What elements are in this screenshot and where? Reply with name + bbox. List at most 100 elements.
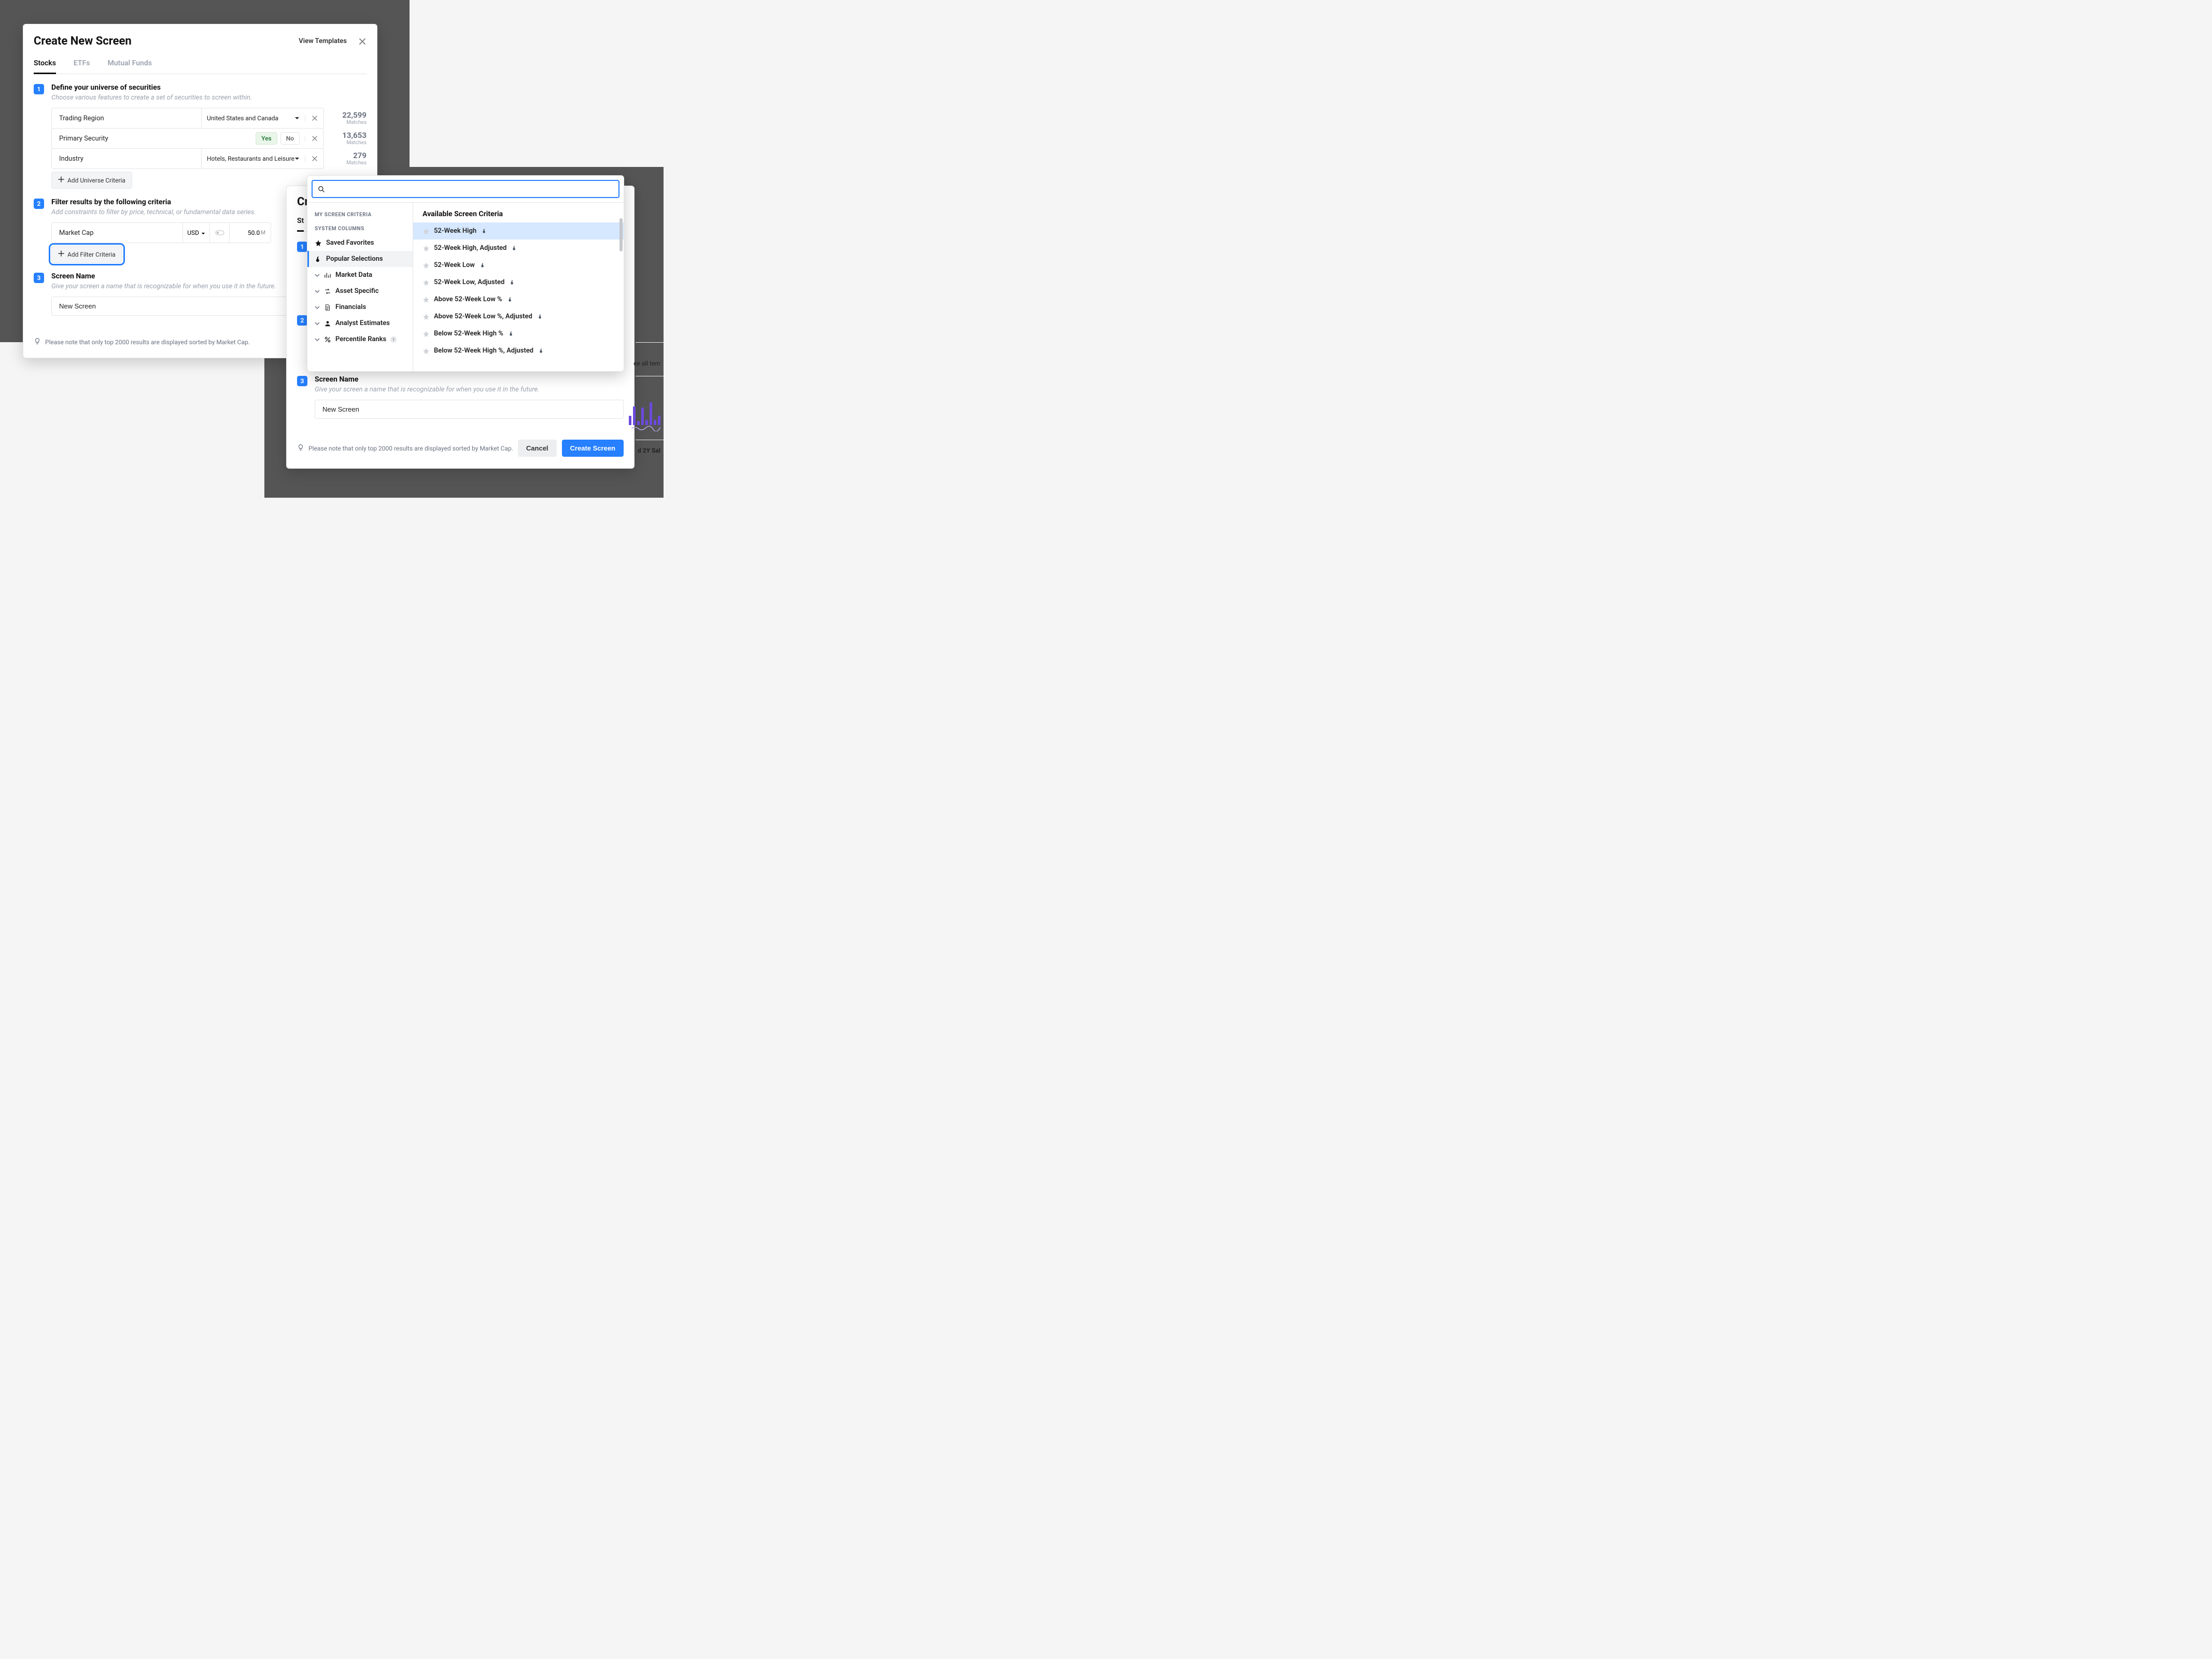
chevron-down-icon — [315, 290, 320, 293]
star-outline-icon[interactable] — [422, 228, 430, 235]
criteria-search[interactable] — [312, 180, 619, 198]
flame-icon — [510, 279, 515, 285]
search-icon — [318, 186, 325, 193]
star-outline-icon[interactable] — [422, 347, 430, 355]
category-financials[interactable]: Financials — [307, 299, 413, 315]
see-all-templates-link[interactable]: ee all tem — [633, 360, 660, 367]
criteria-label: Market Cap — [52, 223, 182, 243]
criteria-search-input[interactable] — [329, 185, 613, 193]
chevron-down-icon — [294, 117, 300, 120]
tab-stocks[interactable]: St — [297, 213, 304, 232]
criteria-item[interactable]: 52-Week Low, Adjusted — [413, 274, 624, 291]
close-icon[interactable] — [358, 37, 367, 46]
matches-count: 22,599 Matches — [330, 110, 367, 125]
market-cap-value[interactable]: 50.0M — [229, 223, 271, 243]
range-toggle-button[interactable] — [209, 223, 229, 243]
step-badge: 2 — [297, 315, 307, 326]
select-value: Hotels, Restaurants and Leisure — [207, 155, 294, 162]
chevron-down-icon — [315, 322, 320, 325]
flame-icon — [508, 297, 513, 302]
step-subtitle: Give your screen a name that is recogniz… — [315, 386, 624, 393]
info-note: Please note that only top 2000 results a… — [297, 444, 513, 453]
plus-icon — [58, 176, 64, 184]
create-screen-button[interactable]: Create Screen — [562, 440, 624, 457]
step-badge: 1 — [34, 84, 44, 94]
criteria-item[interactable]: Below 52-Week High % — [413, 325, 624, 342]
category-asset-specific[interactable]: Asset Specific — [307, 283, 413, 299]
criteria-item[interactable]: Below 52-Week High %, Adjusted — [413, 342, 624, 359]
step-badge: 2 — [34, 199, 44, 209]
star-outline-icon[interactable] — [422, 245, 430, 252]
percent-icon — [324, 336, 331, 343]
scrollbar-thumb[interactable] — [619, 218, 623, 251]
criteria-item[interactable]: Above 52-Week Low % — [413, 291, 624, 308]
person-icon — [324, 320, 331, 327]
tab-mutual-funds[interactable]: Mutual Funds — [107, 55, 151, 74]
star-outline-icon[interactable] — [422, 313, 430, 320]
barchart-icon — [324, 272, 331, 279]
select-value: United States and Canada — [207, 115, 278, 122]
add-universe-criteria-button[interactable]: Add Universe Criteria — [51, 172, 132, 189]
plus-icon — [58, 250, 64, 258]
security-type-tabs: Stocks ETFs Mutual Funds — [34, 55, 367, 74]
flame-icon — [315, 256, 322, 263]
criteria-item[interactable]: 52-Week Low — [413, 257, 624, 274]
criteria-item[interactable]: Above 52-Week Low %, Adjusted — [413, 308, 624, 325]
step-badge: 3 — [297, 376, 307, 386]
document-icon — [324, 304, 331, 311]
criteria-label: Industry — [52, 149, 201, 168]
step-title: Define your universe of securities — [51, 83, 367, 92]
flame-icon — [509, 331, 514, 336]
remove-criteria-button[interactable] — [305, 135, 323, 142]
primary-security-yes[interactable]: Yes — [256, 132, 277, 145]
remove-criteria-button[interactable] — [305, 115, 323, 121]
flame-icon — [538, 314, 543, 319]
criteria-label: Trading Region — [52, 108, 201, 128]
step-badge: 1 — [297, 242, 307, 252]
chevron-down-icon — [315, 274, 320, 277]
cancel-button[interactable]: Cancel — [518, 440, 557, 457]
star-outline-icon[interactable] — [422, 279, 430, 286]
criteria-picker-popover: MY SCREEN CRITERIA SYSTEM COLUMNS Saved … — [307, 175, 624, 372]
criteria-category-list: MY SCREEN CRITERIA SYSTEM COLUMNS Saved … — [307, 203, 413, 371]
criteria-select-trading-region[interactable]: United States and Canada — [201, 108, 305, 128]
step-title: Screen Name — [315, 375, 624, 384]
currency-select[interactable]: USD — [182, 223, 209, 243]
view-templates-link[interactable]: View Templates — [299, 37, 347, 45]
result-list-heading: Available Screen Criteria — [413, 203, 624, 222]
criteria-item[interactable]: 52-Week High, Adjusted — [413, 240, 624, 257]
tab-stocks[interactable]: Stocks — [34, 55, 56, 74]
swap-icon — [324, 288, 331, 295]
star-outline-icon[interactable] — [422, 262, 430, 269]
star-outline-icon[interactable] — [422, 330, 430, 338]
chevron-down-icon — [201, 229, 205, 236]
flame-icon — [539, 348, 544, 354]
screen-name-input[interactable] — [315, 400, 624, 419]
remove-criteria-button[interactable] — [305, 156, 323, 162]
matches-count: 13,653 Matches — [330, 131, 367, 146]
lightbulb-icon — [34, 338, 41, 346]
step-subtitle: Choose various features to create a set … — [51, 94, 367, 102]
lightbulb-icon — [297, 444, 304, 453]
category-saved-favorites[interactable]: Saved Favorites — [307, 235, 413, 251]
mini-line-sparkline — [631, 425, 660, 431]
primary-security-no[interactable]: No — [280, 132, 300, 145]
chevron-down-icon — [294, 157, 300, 160]
star-outline-icon[interactable] — [422, 296, 430, 303]
criteria-item-52-week-high[interactable]: 52-Week High — [413, 222, 624, 240]
chevron-down-icon — [315, 338, 320, 341]
tab-etfs[interactable]: ETFs — [74, 55, 90, 74]
info-icon: i — [390, 336, 397, 343]
flame-icon — [482, 228, 487, 234]
category-percentile-ranks[interactable]: Percentile Ranks i — [307, 331, 413, 347]
list-heading: MY SCREEN CRITERIA — [307, 207, 413, 221]
criteria-select-industry[interactable]: Hotels, Restaurants and Leisure — [201, 149, 305, 168]
add-filter-criteria-button[interactable]: Add Filter Criteria — [51, 246, 122, 263]
criteria-row-market-cap: Market Cap USD 50.0M — [51, 222, 271, 243]
criteria-row-industry: Industry Hotels, Restaurants and Leisure — [51, 148, 324, 169]
category-analyst-estimates[interactable]: Analyst Estimates — [307, 315, 413, 331]
category-market-data[interactable]: Market Data — [307, 267, 413, 283]
criteria-row-primary-security: Primary Security Yes No — [51, 128, 324, 149]
flame-icon — [512, 245, 517, 251]
category-popular-selections[interactable]: Popular Selections — [307, 251, 413, 267]
